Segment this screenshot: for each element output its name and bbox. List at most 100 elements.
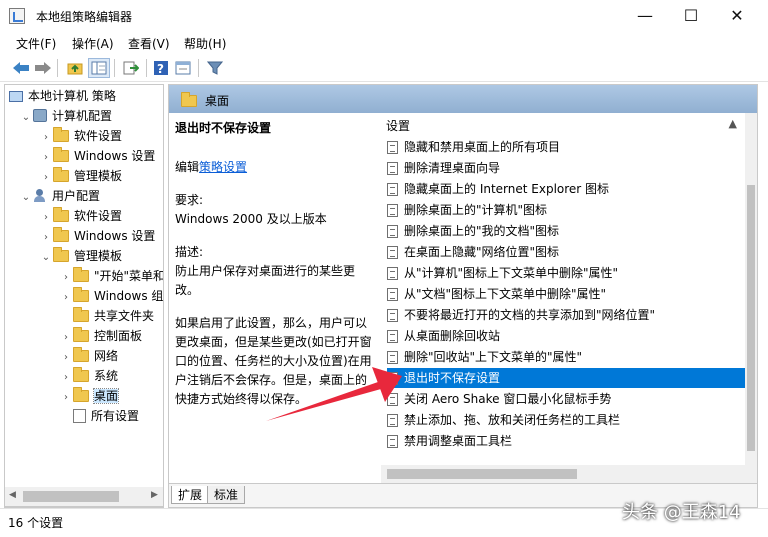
folder-icon xyxy=(53,247,69,262)
policy-setting-icon xyxy=(387,183,398,196)
chevron-down-icon[interactable]: ⌄ xyxy=(19,108,33,128)
close-button[interactable]: ✕ xyxy=(714,0,760,32)
minimize-button[interactable]: — xyxy=(622,0,668,32)
setting-label: 隐藏桌面上的 Internet Explorer 图标 xyxy=(404,182,610,196)
tree-item-label: "开始"菜单和 xyxy=(94,269,164,283)
toolbar-separator xyxy=(146,59,147,77)
chevron-down-icon[interactable]: ⌄ xyxy=(39,248,53,268)
chevron-right-icon[interactable]: › xyxy=(59,288,73,308)
setting-row[interactable]: 在桌面上隐藏"网络位置"图标 xyxy=(387,242,745,262)
list-vertical-scrollbar[interactable] xyxy=(745,113,757,483)
menu-help[interactable]: 帮助(H) xyxy=(184,35,226,52)
chevron-right-icon[interactable]: › xyxy=(39,168,53,188)
setting-row[interactable]: 删除"回收站"上下文菜单的"属性" xyxy=(387,347,745,367)
tree-item[interactable]: › Windows 组 xyxy=(59,286,163,306)
folder-icon xyxy=(53,147,69,162)
export-list-icon[interactable] xyxy=(120,58,142,78)
setting-label: 不要将最近打开的文档的共享添加到"网络位置" xyxy=(404,308,656,322)
help-icon[interactable]: ? xyxy=(150,58,172,78)
tab-standard[interactable]: 标准 xyxy=(207,486,246,504)
svg-text:?: ? xyxy=(157,62,164,76)
setting-row[interactable]: 从"计算机"图标上下文菜单中删除"属性" xyxy=(387,263,745,283)
tree-item-label: Windows 设置 xyxy=(74,229,156,243)
menu-view[interactable]: 查看(V) xyxy=(128,35,170,52)
filter-icon[interactable] xyxy=(204,58,226,78)
toolbar-separator xyxy=(198,59,199,77)
scroll-right-icon[interactable]: ▶ xyxy=(151,490,158,500)
setting-row[interactable]: 不要将最近打开的文档的共享添加到"网络位置" xyxy=(387,305,745,325)
tab-extended[interactable]: 扩展 xyxy=(171,486,210,504)
setting-title: 退出时不保存设置 xyxy=(175,121,272,135)
tree-item[interactable]: › 控制面板 xyxy=(59,326,142,346)
tree-item[interactable]: 所有设置 xyxy=(59,406,139,426)
forward-icon[interactable] xyxy=(32,58,54,78)
scroll-thumb[interactable] xyxy=(747,185,755,451)
scroll-thumb[interactable] xyxy=(387,469,577,479)
chevron-right-icon[interactable]: › xyxy=(59,268,73,288)
setting-label: 关闭 Aero Shake 窗口最小化鼠标手势 xyxy=(404,392,612,406)
list-horizontal-scrollbar[interactable] xyxy=(381,465,745,483)
setting-row[interactable]: 删除清理桌面向导 xyxy=(387,158,745,178)
setting-row[interactable]: 从桌面删除回收站 xyxy=(387,326,745,346)
setting-label: 删除"回收站"上下文菜单的"属性" xyxy=(404,350,583,364)
chevron-right-icon[interactable]: › xyxy=(59,328,73,348)
setting-row[interactable]: 关闭 Aero Shake 窗口最小化鼠标手势 xyxy=(387,389,745,409)
tree-item[interactable]: ⌄ 计算机配置 xyxy=(19,106,112,126)
chevron-right-icon[interactable]: › xyxy=(59,368,73,388)
chevron-right-icon[interactable]: › xyxy=(39,228,53,248)
policy-setting-icon xyxy=(387,288,398,301)
setting-row[interactable]: 隐藏和禁用桌面上的所有项目 xyxy=(387,137,745,157)
menu-action[interactable]: 操作(A) xyxy=(72,35,114,52)
policy-setting-icon xyxy=(387,141,398,154)
folder-icon xyxy=(53,227,69,242)
column-header-setting[interactable]: 设置 xyxy=(386,117,410,134)
settings-count: 16 个设置 xyxy=(8,516,64,530)
details-header-title: 桌面 xyxy=(205,94,230,108)
tree-item[interactable]: › 软件设置 xyxy=(39,206,122,226)
edit-policy-link[interactable]: 策略设置 xyxy=(199,160,247,174)
setting-label: 从"文档"图标上下文菜单中删除"属性" xyxy=(404,287,607,301)
chevron-right-icon[interactable]: › xyxy=(59,388,73,408)
tree-item[interactable]: ⌄ 管理模板 xyxy=(39,246,122,266)
tree-item[interactable]: 共享文件夹 xyxy=(59,306,154,326)
scroll-thumb[interactable] xyxy=(23,491,119,502)
show-hide-tree-icon[interactable] xyxy=(88,58,110,78)
tree-item[interactable]: › 系统 xyxy=(59,366,118,386)
chevron-right-icon[interactable]: › xyxy=(39,148,53,168)
setting-row[interactable]: 从"文档"图标上下文菜单中删除"属性" xyxy=(387,284,745,304)
tree-item[interactable]: › 软件设置 xyxy=(39,126,122,146)
tree-item[interactable]: ⌄ 用户配置 xyxy=(19,186,100,206)
tree-horizontal-scrollbar[interactable]: ◀ ▶ xyxy=(4,487,164,507)
setting-row[interactable]: 禁用调整桌面工具栏 xyxy=(387,431,745,451)
tree-item[interactable]: › Windows 设置 xyxy=(39,226,155,246)
setting-label: 删除桌面上的"我的文档"图标 xyxy=(404,224,560,238)
chevron-down-icon[interactable]: ⌄ xyxy=(19,188,33,208)
tree-item[interactable]: › 网络 xyxy=(59,346,118,366)
menu-file[interactable]: 文件(F) xyxy=(16,35,56,52)
setting-row[interactable]: 删除桌面上的"我的文档"图标 xyxy=(387,221,745,241)
tree-item[interactable]: 本地计算机 策略 xyxy=(9,86,116,106)
description-text: 防止用户保存对桌面进行的某些更改。 xyxy=(175,264,356,297)
maximize-button[interactable]: ☐ xyxy=(668,0,714,32)
chevron-right-icon[interactable]: › xyxy=(59,348,73,368)
setting-label: 禁止添加、拖、放和关闭任务栏的工具栏 xyxy=(404,413,621,427)
tree-item[interactable]: › Windows 设置 xyxy=(39,146,155,166)
setting-row[interactable]: 退出时不保存设置 xyxy=(387,368,745,388)
tree-item-label: 软件设置 xyxy=(74,209,123,223)
back-icon[interactable] xyxy=(10,58,32,78)
setting-row[interactable]: 禁止添加、拖、放和关闭任务栏的工具栏 xyxy=(387,410,745,430)
scroll-left-icon[interactable]: ◀ xyxy=(9,490,16,500)
tree-item[interactable]: › "开始"菜单和 xyxy=(59,266,164,288)
description-details: 如果启用了此设置，那么，用户可以更改桌面，但是某些更改(如已打开窗口的位置、任务… xyxy=(175,316,372,406)
toolbar-separator xyxy=(114,59,115,77)
policy-setting-icon xyxy=(387,204,398,217)
description-pane: 退出时不保存设置 编辑策略设置 要求: Windows 2000 及以上版本 描… xyxy=(169,113,381,483)
setting-row[interactable]: 删除桌面上的"计算机"图标 xyxy=(387,200,745,220)
setting-row[interactable]: 隐藏桌面上的 Internet Explorer 图标 xyxy=(387,179,745,199)
up-folder-icon[interactable] xyxy=(64,58,86,78)
chevron-right-icon[interactable]: › xyxy=(39,128,53,148)
tree-item[interactable]: › 管理模板 xyxy=(39,166,122,186)
properties-icon[interactable] xyxy=(172,58,194,78)
tree-item[interactable]: › 桌面 xyxy=(59,386,120,408)
chevron-right-icon[interactable]: › xyxy=(39,208,53,228)
